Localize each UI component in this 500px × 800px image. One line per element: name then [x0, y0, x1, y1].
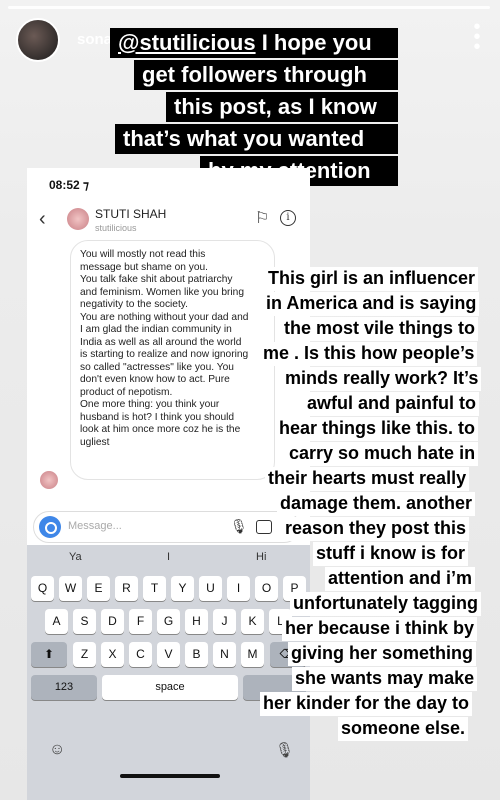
- key-h[interactable]: H: [185, 609, 208, 634]
- status-time: 08:52 ⁊: [49, 178, 89, 192]
- key-b[interactable]: B: [185, 642, 208, 667]
- microphone-icon[interactable]: 🎙: [230, 518, 248, 535]
- chat-header: ‹ STUTI SHAH stutilicious ⚐ i: [27, 200, 310, 240]
- key-g[interactable]: G: [157, 609, 180, 634]
- story-text-line: she wants may make: [292, 667, 478, 691]
- keyboard: Ya I Hi Q W E R T Y U I O P A S D F G H …: [27, 545, 310, 800]
- caption-mention[interactable]: @stutilicious: [118, 30, 256, 55]
- info-icon[interactable]: i: [280, 210, 296, 226]
- key-i[interactable]: I: [227, 576, 250, 601]
- key-r[interactable]: R: [115, 576, 138, 601]
- space-key[interactable]: space: [102, 675, 238, 700]
- story-view: sonamkapoor 20h ••• @stutilicious I hope…: [0, 0, 500, 800]
- story-text-line: attention and i’m: [325, 567, 475, 591]
- story-text-line: damage them. another: [277, 492, 476, 516]
- story-text-line: unfortunately tagging: [290, 592, 481, 616]
- story-text-line: her because i think by: [282, 617, 478, 641]
- dictation-mic-icon[interactable]: 🎙: [275, 741, 294, 759]
- key-w[interactable]: W: [59, 576, 82, 601]
- suggestion-hi[interactable]: Hi: [256, 551, 266, 563]
- chat-handle: stutilicious: [95, 223, 137, 233]
- back-icon[interactable]: ‹: [39, 208, 46, 231]
- story-text-line: awful and painful to: [304, 392, 479, 416]
- key-v[interactable]: V: [157, 642, 180, 667]
- story-text-line: hear things like this. to: [276, 417, 479, 441]
- story-text-line: giving her something: [288, 642, 477, 666]
- chat-name[interactable]: STUTI SHAH: [95, 207, 166, 221]
- caption-line-1: @stutilicious I hope you: [110, 28, 398, 58]
- more-options-icon[interactable]: • • •: [470, 17, 484, 57]
- key-d[interactable]: D: [101, 609, 124, 634]
- home-indicator: [120, 774, 220, 778]
- story-text-line: her kinder for the day to: [260, 692, 473, 716]
- shift-key[interactable]: ⬆: [31, 642, 67, 667]
- key-q[interactable]: Q: [31, 576, 54, 601]
- key-j[interactable]: J: [213, 609, 236, 634]
- story-text-line: their hearts must really: [265, 467, 470, 491]
- key-t[interactable]: T: [143, 576, 166, 601]
- message-placeholder[interactable]: Message...: [68, 520, 122, 532]
- suggestion-ya[interactable]: Ya: [69, 551, 82, 563]
- avatar[interactable]: [16, 18, 60, 62]
- numbers-key[interactable]: 123: [31, 675, 97, 700]
- story-text-line: me . Is this how people’s: [260, 342, 478, 366]
- key-f[interactable]: F: [129, 609, 152, 634]
- message-input[interactable]: Message... 🎙: [33, 511, 300, 543]
- story-text-line: the most vile things to: [281, 317, 479, 341]
- caption-line-2: get followers through: [134, 60, 398, 90]
- story-text-line: minds really work? It’s: [282, 367, 482, 391]
- gallery-icon[interactable]: [256, 520, 272, 534]
- caption-line-3: this post, as I know: [166, 92, 398, 122]
- suggestion-i[interactable]: I: [167, 551, 170, 563]
- key-s[interactable]: S: [73, 609, 96, 634]
- key-x[interactable]: X: [101, 642, 124, 667]
- key-y[interactable]: Y: [171, 576, 194, 601]
- story-text-line: This girl is an influencer: [265, 267, 479, 291]
- story-text-line: someone else.: [338, 717, 469, 741]
- key-k[interactable]: K: [241, 609, 264, 634]
- key-a[interactable]: A: [45, 609, 68, 634]
- story-text-line: carry so much hate in: [286, 442, 479, 466]
- message-bubble: You will mostly not read this message bu…: [70, 240, 275, 480]
- key-e[interactable]: E: [87, 576, 110, 601]
- camera-icon[interactable]: [39, 516, 61, 538]
- story-text-line: reason they post this: [282, 517, 470, 541]
- sender-avatar: [40, 471, 58, 489]
- key-u[interactable]: U: [199, 576, 222, 601]
- story-text-line: stuff i know is for: [313, 542, 469, 566]
- key-o[interactable]: O: [255, 576, 278, 601]
- emoji-icon[interactable]: ☺: [49, 741, 65, 759]
- key-n[interactable]: N: [213, 642, 236, 667]
- chat-avatar[interactable]: [67, 208, 89, 230]
- key-m[interactable]: M: [241, 642, 264, 667]
- key-z[interactable]: Z: [73, 642, 96, 667]
- flag-icon[interactable]: ⚐: [255, 208, 269, 228]
- caption-line-4: that’s what you wanted: [115, 124, 398, 154]
- story-text-line: in America and is saying: [263, 292, 480, 316]
- key-c[interactable]: C: [129, 642, 152, 667]
